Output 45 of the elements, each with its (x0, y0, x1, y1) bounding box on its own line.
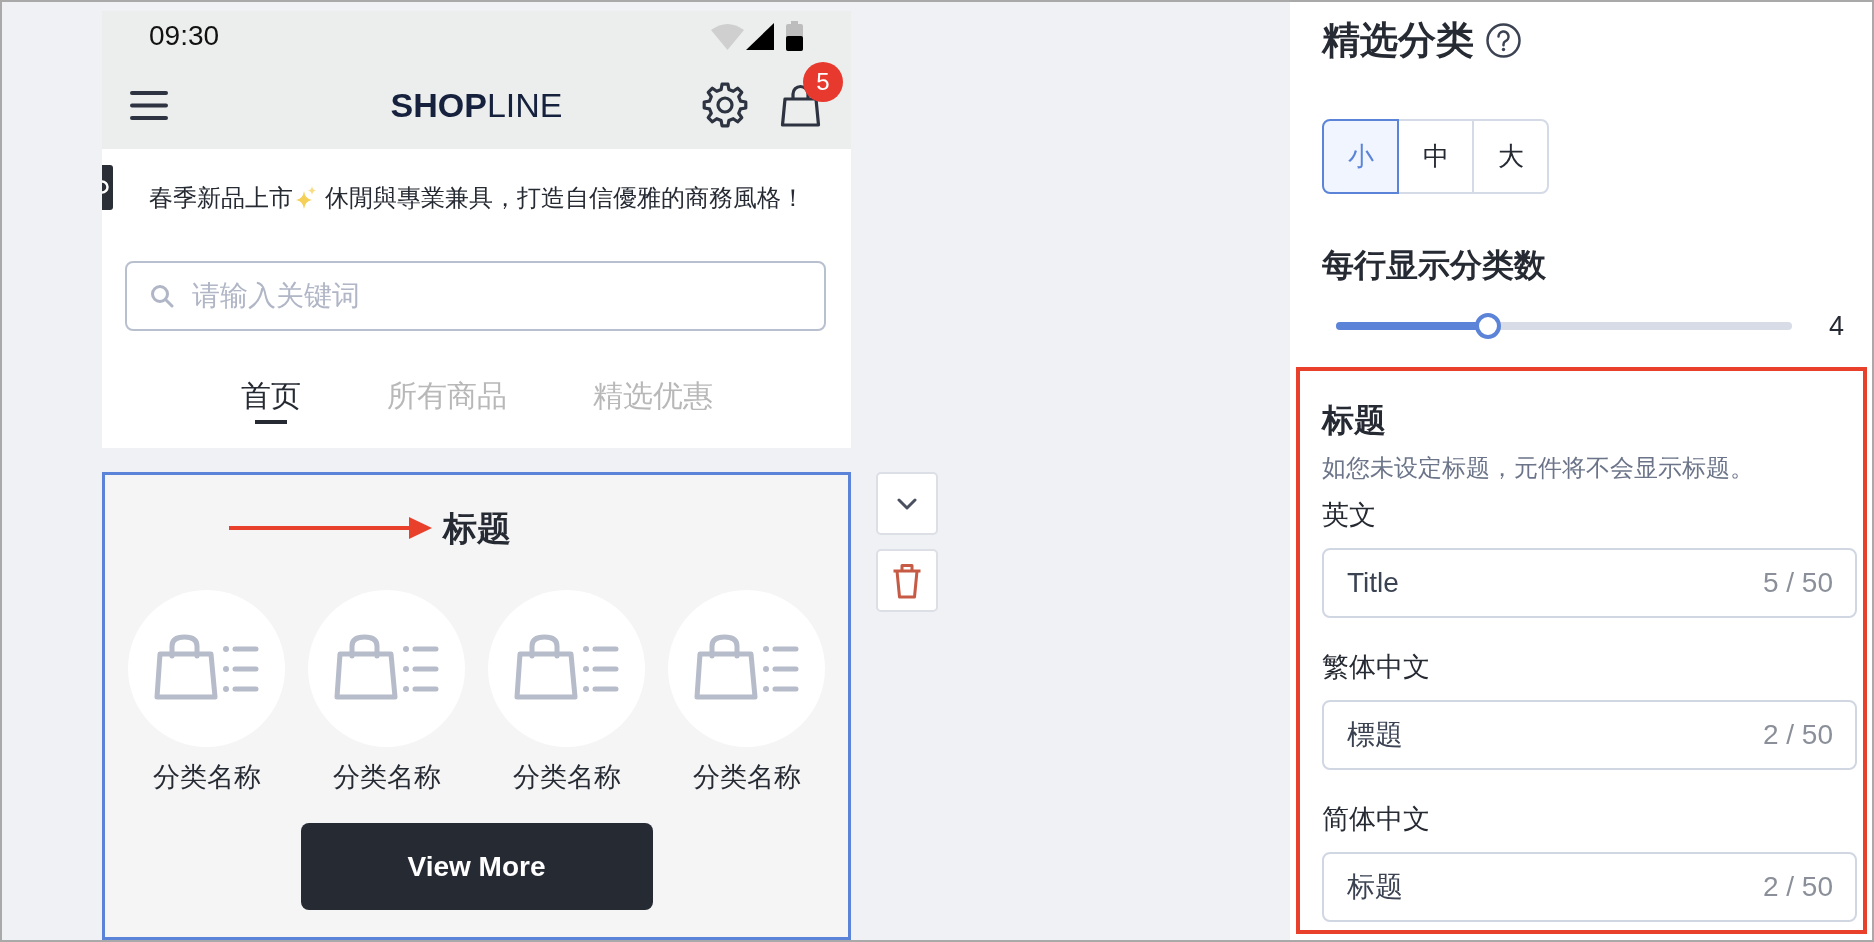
field-label: 英文 (1322, 499, 1376, 532)
slider-track[interactable] (1336, 311, 1792, 341)
section-title: 标题 (442, 508, 511, 549)
cart-count-badge: 5 (803, 61, 843, 102)
panel-title: 精选分类 (1322, 18, 1474, 63)
chevron-down-icon (897, 497, 917, 510)
bag-list-icon (488, 590, 645, 747)
nav-tab[interactable]: 首页 (240, 376, 301, 424)
bag-list-icon (128, 590, 285, 747)
signal-icon (746, 22, 774, 50)
help-icon[interactable] (1486, 22, 1521, 58)
hint-text: 如您未设定标题，元件将不会显示标题。 (1322, 453, 1754, 483)
battery-icon (786, 21, 803, 51)
search-icon (150, 284, 174, 308)
status-time: 09:30 (149, 20, 220, 52)
trash-icon (892, 562, 922, 599)
announcement-text: 休閒與專業兼具，打造自信優雅的商務風格！ (324, 183, 805, 213)
field-heading: 标题 (1322, 401, 1386, 440)
view-more-button[interactable]: View More (300, 823, 653, 910)
bag-list-icon (668, 590, 825, 747)
size-option[interactable]: 中 (1397, 119, 1474, 194)
character-count: 5 / 50 (1762, 567, 1833, 599)
category-name: 分类名称 (332, 761, 441, 794)
field-label: 简体中文 (1322, 803, 1430, 836)
wifi-icon (711, 22, 744, 50)
bag-list-icon (308, 590, 465, 747)
category-name: 分类名称 (692, 761, 801, 794)
menu-icon[interactable] (130, 90, 168, 120)
text-field[interactable]: Title 5 / 50 (1322, 548, 1857, 618)
field-label: 繁体中文 (1322, 651, 1430, 684)
slider-thumb[interactable] (1474, 313, 1501, 339)
size-option[interactable]: 大 (1472, 119, 1549, 194)
category-name: 分类名称 (512, 761, 621, 794)
announcement-text: 春季新品上市 (148, 183, 293, 213)
character-count: 2 / 50 (1762, 719, 1833, 751)
category-name: 分类名称 (152, 761, 261, 794)
setting-label: 每行显示分类数 (1322, 246, 1546, 285)
store-logo: SHOPLINE (390, 85, 563, 125)
text-field[interactable]: 标题 2 / 50 (1322, 852, 1857, 922)
slider-value: 4 (1829, 311, 1845, 341)
settings-icon[interactable] (702, 82, 748, 128)
text-field[interactable]: 標題 2 / 50 (1322, 700, 1857, 770)
chevron-button[interactable] (876, 472, 938, 535)
character-count: 2 / 50 (1762, 871, 1833, 903)
delete-button[interactable] (876, 549, 938, 612)
